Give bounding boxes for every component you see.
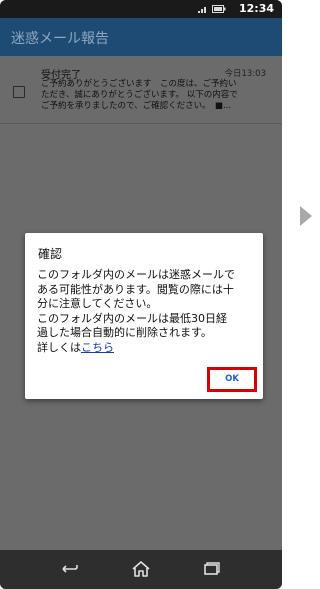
app-bar: 迷惑メール報告 [0, 18, 282, 56]
battery-icon [212, 4, 226, 13]
list-item[interactable]: 受付完了 今日13:03 ご予約ありがとうございます この度は、ご予約い ただき… [0, 60, 282, 124]
mail-preview-line: ただき、誠にありがとうございます。 以下の内容で [41, 90, 238, 100]
dialog-line: このフォルダ内のメールは迷惑メールで [37, 268, 235, 281]
home-button[interactable] [129, 558, 153, 580]
page-title: 迷惑メール報告 [11, 31, 109, 47]
back-button[interactable] [57, 558, 81, 580]
navigation-bar [0, 550, 282, 589]
status-bar: 12:34 [0, 0, 282, 18]
dialog-link-line: 詳しくはこちら [37, 341, 257, 356]
dialog-line: 過した場合自動的に削除されます。 [37, 326, 212, 339]
signal-icon [198, 6, 207, 13]
mail-checkbox[interactable] [13, 86, 25, 98]
dialog-line: 分に注意してください。 [37, 297, 158, 310]
dialog-line: ある可能性があります。閲覧の際には十 [37, 282, 234, 296]
recent-apps-button[interactable] [199, 558, 223, 580]
recent-apps-icon [204, 562, 220, 575]
ok-button[interactable]: OK [210, 370, 254, 389]
next-step-arrow-icon [300, 206, 312, 226]
dialog-title: 確認 [38, 247, 63, 261]
confirm-dialog: 確認 このフォルダ内のメールは迷惑メールで ある可能性があります。閲覧の際には十… [25, 233, 263, 399]
status-time: 12:34 [238, 2, 274, 15]
mail-preview: ご予約ありがとうございます この度は、ご予約い ただき、誠にありがとうございます… [41, 79, 265, 112]
mail-preview-line: ご予約ありがとうございます この度は、ご予約い [41, 79, 237, 89]
back-icon [62, 565, 78, 573]
mail-date: 今日13:03 [224, 69, 267, 79]
dialog-line: このフォルダ内のメールは最低30日経 [37, 311, 227, 325]
dialog-link-prefix: 詳しくは [37, 340, 81, 354]
home-icon [132, 561, 150, 577]
mail-preview-line: ご予約を承りましたので、ご確認ください。 ■... [41, 101, 232, 111]
divider [0, 123, 282, 124]
dialog-message: このフォルダ内のメールは迷惑メールで ある可能性があります。閲覧の際には十 分に… [37, 268, 257, 355]
phone-frame: 12:34 迷惑メール報告 受付完了 今日13:03 ご予約ありがとうございます… [0, 0, 282, 589]
details-link[interactable]: こちら [81, 341, 114, 354]
